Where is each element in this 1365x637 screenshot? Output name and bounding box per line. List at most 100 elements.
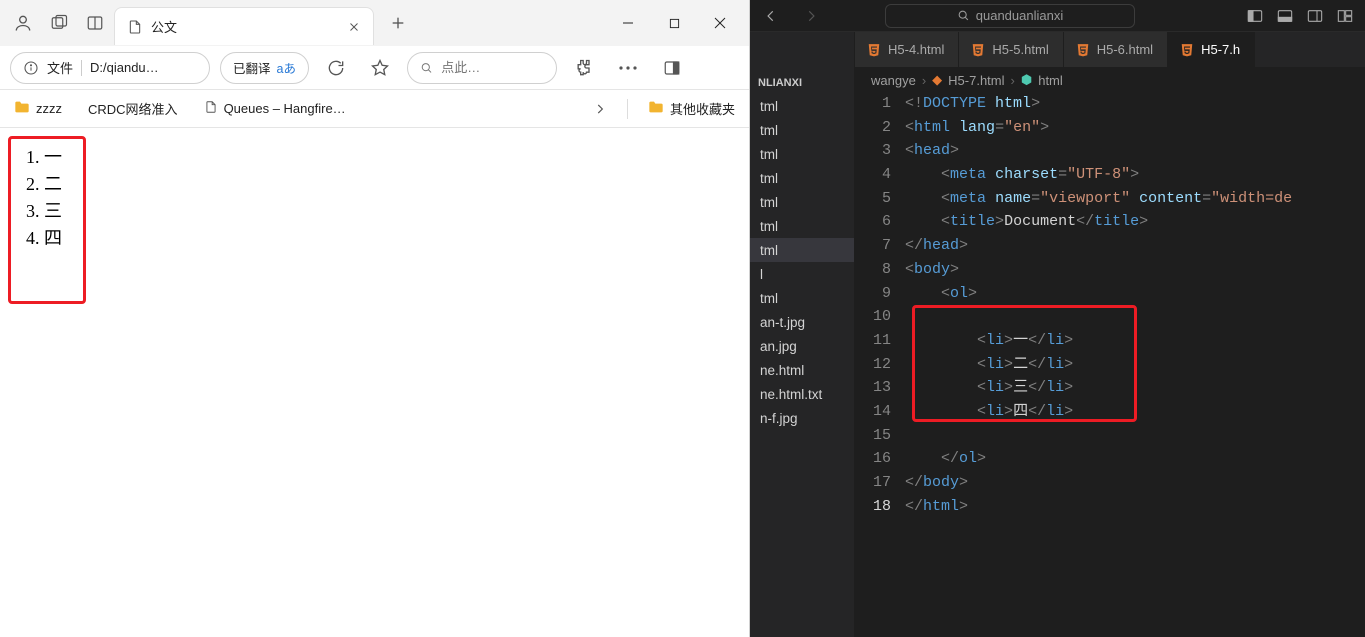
translate-lang-icon: aあ [277, 58, 296, 77]
favorite-button[interactable] [363, 51, 397, 85]
profile-button[interactable] [6, 6, 40, 40]
bookmark-folder-zzzz[interactable]: zzzz [8, 97, 68, 120]
bookmark-hangfire[interactable]: Queues – Hangfire… [198, 97, 352, 120]
explorer-item[interactable]: tml [750, 238, 854, 262]
layout-customize-button[interactable] [1333, 4, 1357, 28]
code-line[interactable]: </html> [905, 495, 1365, 519]
minimize-button[interactable] [605, 0, 651, 46]
code-line[interactable]: <meta name="viewport" content="width=de [905, 187, 1365, 211]
file-icon [204, 100, 218, 117]
extensions-button[interactable] [567, 51, 601, 85]
explorer-item[interactable]: tml [750, 190, 854, 214]
explorer-item[interactable]: tml [750, 286, 854, 310]
code-line[interactable]: <meta charset="UTF-8"> [905, 163, 1365, 187]
divider [627, 99, 628, 119]
workspaces-button[interactable] [42, 6, 76, 40]
nav-back-button[interactable] [758, 3, 784, 29]
file-icon [127, 19, 143, 35]
browser-tabstrip: 公文 [0, 0, 749, 46]
layout-controls [1243, 4, 1357, 28]
command-center-text: quanduanlianxi [976, 8, 1063, 23]
browser-tab[interactable]: 公文 [114, 7, 374, 45]
line-gutter: 123456789101112131415161718 [855, 92, 905, 637]
chevron-right-icon: › [1011, 73, 1015, 88]
explorer-item[interactable]: tml [750, 118, 854, 142]
bookmarks-overflow-button[interactable] [587, 99, 613, 119]
explorer-item[interactable]: an-t.jpg [750, 310, 854, 334]
explorer-item[interactable]: tml [750, 214, 854, 238]
editor-tab[interactable]: H5-6.html [1064, 32, 1168, 67]
folder-icon [648, 100, 664, 117]
layout-sidebar-left-button[interactable] [1243, 4, 1267, 28]
explorer-item[interactable]: ne.html [750, 358, 854, 382]
browser-window: 公文 文件 D:/qiandu… [0, 0, 750, 637]
breadcrumb-symbol: html [1038, 73, 1063, 88]
splitscreen-button[interactable] [78, 6, 112, 40]
code-line[interactable]: <head> [905, 139, 1365, 163]
html5-icon [971, 43, 985, 57]
html5-icon [1076, 43, 1090, 57]
explorer-section-header[interactable]: NLIANXI [750, 72, 854, 94]
close-tab-button[interactable] [345, 18, 363, 36]
html5-icon: ◆ [932, 72, 942, 88]
divider [81, 60, 82, 76]
code-line[interactable]: <ol> [905, 282, 1365, 306]
annotation-highlight-editor [912, 305, 1137, 422]
search-icon [957, 9, 970, 22]
explorer-item[interactable]: l [750, 262, 854, 286]
explorer-sidebar: NLIANXI tmltmltmltmltmltmltmlltmlan-t.jp… [750, 32, 855, 637]
code-line[interactable]: </ol> [905, 447, 1365, 471]
editor-tab[interactable]: H5-7.h [1168, 32, 1255, 67]
nav-forward-button[interactable] [798, 3, 824, 29]
code-line[interactable]: <html lang="en"> [905, 116, 1365, 140]
refresh-button[interactable] [319, 51, 353, 85]
code-line[interactable]: </head> [905, 234, 1365, 258]
code-line[interactable]: <!DOCTYPE html> [905, 92, 1365, 116]
toolbar-search[interactable] [407, 52, 557, 84]
layout-panel-button[interactable] [1273, 4, 1297, 28]
chevron-right-icon: › [922, 73, 926, 88]
explorer-item[interactable]: ne.html.txt [750, 382, 854, 406]
list-item: 二 [44, 171, 731, 198]
explorer-item[interactable]: tml [750, 142, 854, 166]
annotation-highlight-browser [8, 136, 86, 304]
code-area[interactable]: <!DOCTYPE html><html lang="en"><head> <m… [905, 92, 1365, 637]
close-window-button[interactable] [697, 0, 743, 46]
symbol-icon: ⬢ [1021, 72, 1032, 88]
bookmark-label: 其他收藏夹 [670, 99, 735, 118]
editor-group: H5-4.htmlH5-5.htmlH5-6.htmlH5-7.h wangye… [855, 32, 1365, 637]
list-item: 四 [44, 225, 731, 252]
html5-icon [867, 43, 881, 57]
more-button[interactable] [611, 51, 645, 85]
explorer-item[interactable]: an.jpg [750, 334, 854, 358]
editor-tab[interactable]: H5-5.html [959, 32, 1063, 67]
explorer-item[interactable]: tml [750, 94, 854, 118]
breadcrumb-file: H5-7.html [948, 73, 1004, 88]
address-path: D:/qiandu… [90, 60, 197, 75]
browser-toolbar: 文件 D:/qiandu… 已翻译 aあ [0, 46, 749, 90]
search-input[interactable] [441, 60, 544, 75]
breadcrumb[interactable]: wangye › ◆ H5-7.html › ⬢ html [855, 68, 1365, 92]
search-icon [420, 60, 433, 76]
sidebar-toggle-button[interactable] [655, 51, 689, 85]
layout-sidebar-right-button[interactable] [1303, 4, 1327, 28]
explorer-item[interactable]: tml [750, 166, 854, 190]
bookmark-crdc[interactable]: CRDC网络准入 [82, 96, 184, 121]
explorer-item[interactable]: n-f.jpg [750, 406, 854, 430]
vscode-titlebar: quanduanlianxi [750, 0, 1365, 32]
command-center[interactable]: quanduanlianxi [885, 4, 1135, 28]
code-line[interactable]: </body> [905, 471, 1365, 495]
new-tab-button[interactable] [382, 7, 414, 39]
bookmark-folder-other[interactable]: 其他收藏夹 [642, 96, 741, 121]
maximize-button[interactable] [651, 0, 697, 46]
editor-tab[interactable]: H5-4.html [855, 32, 959, 67]
code-editor[interactable]: 123456789101112131415161718 <!DOCTYPE ht… [855, 92, 1365, 637]
code-line[interactable]: <body> [905, 258, 1365, 282]
translate-chip[interactable]: 已翻译 aあ [220, 52, 309, 84]
address-type: 文件 [47, 58, 73, 77]
address-bar[interactable]: 文件 D:/qiandu… [10, 52, 210, 84]
folder-icon [14, 100, 30, 117]
site-info-icon[interactable] [23, 60, 39, 76]
code-line[interactable]: <title>Document</title> [905, 210, 1365, 234]
code-line[interactable] [905, 424, 1365, 448]
